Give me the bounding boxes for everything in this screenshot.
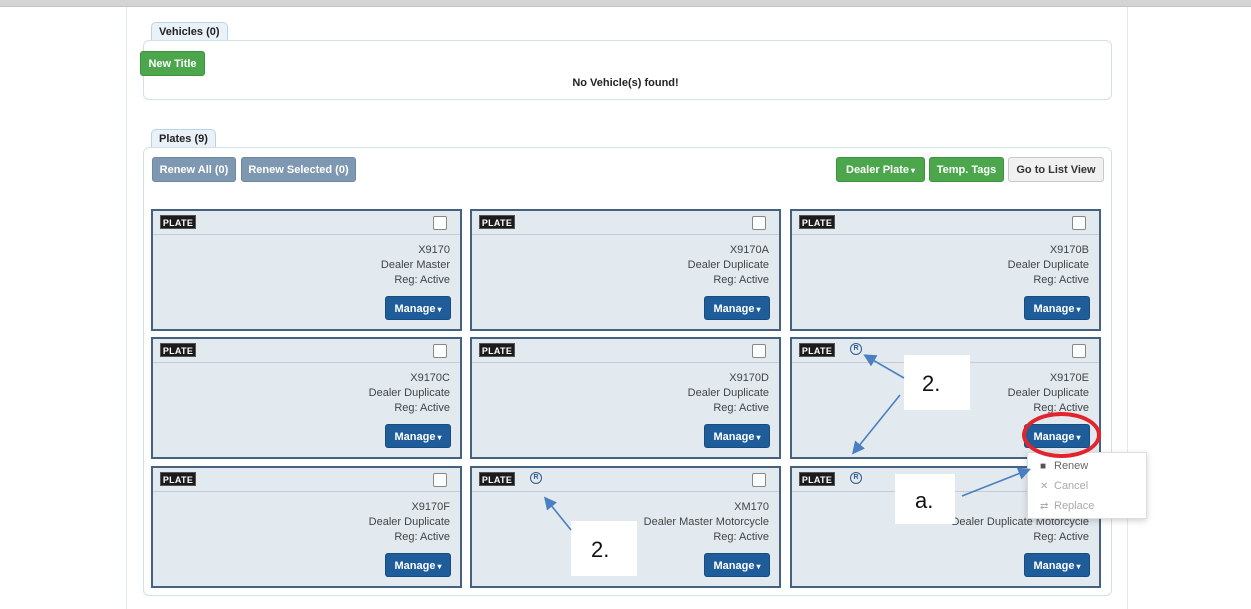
annotation-arrows	[543, 354, 1031, 531]
arrow	[851, 394, 901, 455]
arrow	[863, 354, 905, 379]
arrow	[543, 496, 572, 531]
arrow	[961, 467, 1031, 497]
